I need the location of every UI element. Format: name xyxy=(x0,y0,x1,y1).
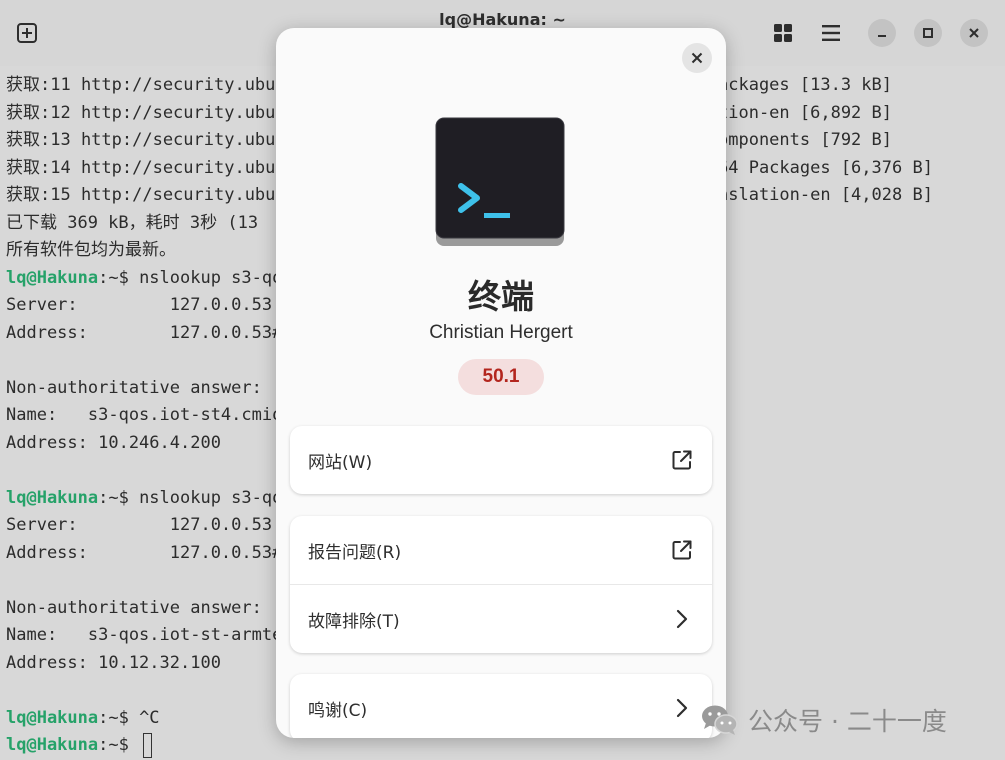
terminal-line: lq@Hakuna:~$ nslookup s3-qo xyxy=(6,485,282,513)
terminal-app-icon xyxy=(435,117,565,246)
terminal-line-text: 获取:11 http://security.ubu xyxy=(6,75,276,95)
report-issue-row[interactable]: 报告问题(R) xyxy=(290,516,712,584)
terminal-line: 获取:11 http://security.ubu xyxy=(6,72,282,100)
terminal-line: Address: 10.12.32.100 xyxy=(6,650,282,678)
terminal-line-text: Non-authoritative answer: xyxy=(6,597,262,618)
chevron-right-icon xyxy=(676,698,688,718)
shell-prompt-user: lq@Hakuna xyxy=(6,735,99,755)
main-menu-button[interactable] xyxy=(818,20,844,46)
terminal-line: Address: 10.246.4.200 xyxy=(6,430,282,458)
window-title: lq@Hakuna: ~ xyxy=(439,10,566,29)
watermark-text: 公众号 · 二十一度 xyxy=(748,707,947,736)
shell-prompt-user: lq@Hakuna xyxy=(6,487,99,508)
terminal-line-text: 获取:13 http://security.ubu xyxy=(6,130,276,150)
shell-prompt-user: lq@Hakuna xyxy=(6,707,99,728)
grid-view-button[interactable] xyxy=(770,20,796,46)
terminal-line: 获取:12 http://security.ubu xyxy=(6,100,282,128)
external-link-icon xyxy=(672,450,692,470)
minimize-icon xyxy=(878,35,886,37)
terminal-line: Server: 127.0.0.53 xyxy=(6,292,282,320)
credits-label: 鸣谢(C) xyxy=(308,700,368,721)
terminal-line: Server: 127.0.0.53 xyxy=(6,512,282,540)
terminal-line: 获取:14 http://security.ubu xyxy=(6,155,282,183)
terminal-line-text: :~$ xyxy=(98,735,140,755)
terminal-line-text: Name: s3-qos.iot-st4.cmio xyxy=(6,405,283,425)
terminal-line: Non-authoritative answer: xyxy=(6,375,282,403)
close-icon xyxy=(969,28,979,38)
terminal-line-right: 64 Packages [6,376 B] xyxy=(718,157,933,178)
terminal-line-text: :~$ ^C xyxy=(98,707,160,728)
terminal-line-text: Address: 127.0.0.53# xyxy=(6,542,283,563)
terminal-output[interactable]: 获取:11 http://security.ubu 获取:12 http://se… xyxy=(6,72,282,760)
credits-row[interactable]: 鸣谢(C) xyxy=(290,674,712,738)
terminal-line: lq@Hakuna:~$ nslookup s3-qo xyxy=(6,265,282,293)
credits-card: 鸣谢(C) xyxy=(290,674,712,738)
troubleshooting-label: 故障排除(T) xyxy=(308,611,400,632)
terminal-line: 获取:13 http://security.ubu xyxy=(6,127,282,155)
watermark: 公众号 · 二十一度 xyxy=(700,702,947,738)
support-card: 报告问题(R) 故障排除(T) xyxy=(290,516,712,653)
terminal-line-text: Server: 127.0.0.53 xyxy=(6,295,273,315)
terminal-line: 所有软件包均为最新。 xyxy=(6,237,282,265)
terminal-line-right: tion-en [6,892 B] xyxy=(718,102,892,123)
shell-prompt-user: lq@Hakuna xyxy=(6,267,99,288)
terminal-line-text: Non-authoritative answer: xyxy=(6,377,262,398)
terminal-line-text: 所有软件包均为最新。 xyxy=(6,240,176,260)
report-issue-label: 报告问题(R) xyxy=(308,542,402,563)
chevron-right-icon xyxy=(676,609,688,629)
version-badge[interactable]: 50.1 xyxy=(458,359,544,395)
terminal-line: Address: 127.0.0.53# xyxy=(6,540,282,568)
terminal-line: Name: s3-qos.iot-st-armte xyxy=(6,622,282,650)
terminal-line-text: :~$ nslookup s3-qo xyxy=(98,487,283,508)
hamburger-menu-icon xyxy=(822,25,840,41)
terminal-line-text: 获取:14 http://security.ubu xyxy=(6,157,276,178)
terminal-line-text: 获取:12 http://security.ubu xyxy=(6,102,276,123)
external-link-icon xyxy=(672,540,692,560)
terminal-line: 已下载 369 kB，耗时 3秒 (13 xyxy=(6,210,282,238)
about-dialog: 终端 Christian Hergert 50.1 网站(W) 报告问题(R) … xyxy=(276,28,726,738)
terminal-line-text: :~$ nslookup s3-qo xyxy=(98,267,283,288)
maximize-icon xyxy=(923,28,933,38)
minimize-button[interactable] xyxy=(868,19,896,47)
dialog-close-button[interactable] xyxy=(682,43,712,73)
grid-view-icon xyxy=(774,24,792,42)
terminal-line: Name: s3-qos.iot-st4.cmio xyxy=(6,402,282,430)
terminal-line-text: Name: s3-qos.iot-st-armte xyxy=(6,625,283,645)
website-card: 网站(W) xyxy=(290,426,712,494)
wechat-icon xyxy=(702,705,738,735)
website-label: 网站(W) xyxy=(308,452,373,473)
terminal-line-text: 获取:15 http://security.ubu xyxy=(6,185,276,205)
terminal-line-right: nslation-en [4,028 B] xyxy=(718,185,933,205)
terminal-line-text: Server: 127.0.0.53 xyxy=(6,515,273,535)
troubleshooting-row[interactable]: 故障排除(T) xyxy=(290,584,712,653)
developer-name: Christian Hergert xyxy=(429,322,573,343)
close-icon xyxy=(691,52,703,64)
maximize-button[interactable] xyxy=(914,19,942,47)
terminal-line-text: 已下载 369 kB，耗时 3秒 (13 xyxy=(6,212,259,233)
app-name: 终端 xyxy=(468,277,534,316)
terminal-line: lq@Hakuna:~$ ^C xyxy=(6,705,282,733)
terminal-line: Non-authoritative answer: xyxy=(6,595,282,623)
terminal-line-text: Address: 10.246.4.200 xyxy=(6,432,221,453)
terminal-output-right: ackages [13.3 kB] tion-en [6,892 B] ompone… xyxy=(718,72,933,210)
terminal-line-text: Address: 10.12.32.100 xyxy=(6,652,221,673)
terminal-line-right: ackages [13.3 kB] xyxy=(718,75,892,95)
terminal-line: lq@Hakuna:~$ xyxy=(6,732,282,760)
terminal-line: 获取:15 http://security.ubu xyxy=(6,182,282,210)
terminal-cursor xyxy=(143,732,153,758)
terminal-line-text: Address: 127.0.0.53# xyxy=(6,322,283,343)
terminal-line-right: omponents [792 B] xyxy=(718,130,892,150)
terminal-line: Address: 127.0.0.53# xyxy=(6,320,282,348)
close-window-button[interactable] xyxy=(960,19,988,47)
website-row[interactable]: 网站(W) xyxy=(290,426,712,494)
